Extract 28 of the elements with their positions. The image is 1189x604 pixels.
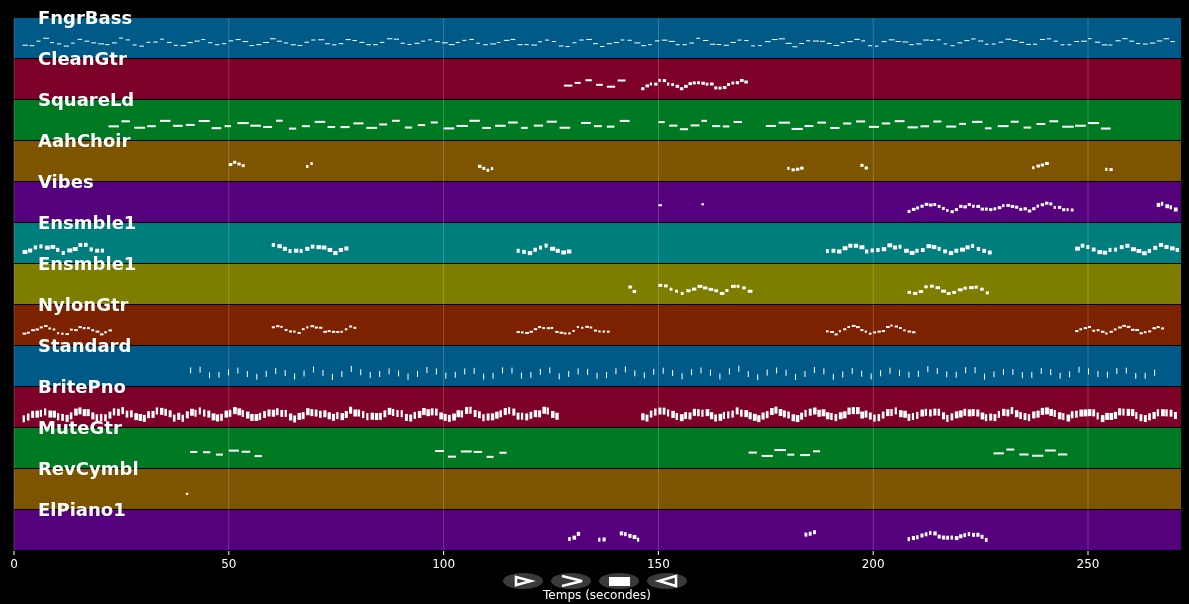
stop-icon — [609, 577, 630, 586]
track-name: CleanGtr — [38, 48, 127, 69]
chevron-right-icon — [561, 574, 584, 588]
track-name: BritePno — [38, 376, 126, 397]
track-name: Ensmble1 — [38, 212, 137, 233]
stop-button[interactable] — [599, 573, 639, 589]
track-name: AahChoir — [38, 130, 131, 151]
track-name: MuteGtr — [38, 417, 122, 438]
tick-label: 250 — [1076, 557, 1100, 571]
play-icon — [514, 575, 536, 587]
tick-label: 200 — [861, 557, 885, 571]
tick-label: 50 — [221, 557, 237, 571]
track-name: SquareLd — [38, 89, 135, 110]
track-name: ElPiano1 — [38, 499, 126, 520]
track-name: Ensmble1 — [38, 253, 137, 274]
track-name: RevCymbl — [38, 458, 139, 479]
tick-label: 0 — [10, 557, 18, 571]
tick-label: 150 — [646, 557, 670, 571]
forward-button[interactable] — [551, 573, 591, 589]
axis-label: Temps (secondes) — [543, 588, 651, 602]
track-name: Vibes — [38, 171, 94, 192]
track-name: FngrBass — [38, 7, 133, 28]
play-button[interactable] — [503, 573, 543, 589]
track-name: Standard — [38, 335, 132, 356]
tick-label: 100 — [432, 557, 456, 571]
rewind-button[interactable] — [647, 573, 687, 589]
back-triangle-icon — [654, 574, 678, 588]
track-name: NylonGtr — [38, 294, 129, 315]
